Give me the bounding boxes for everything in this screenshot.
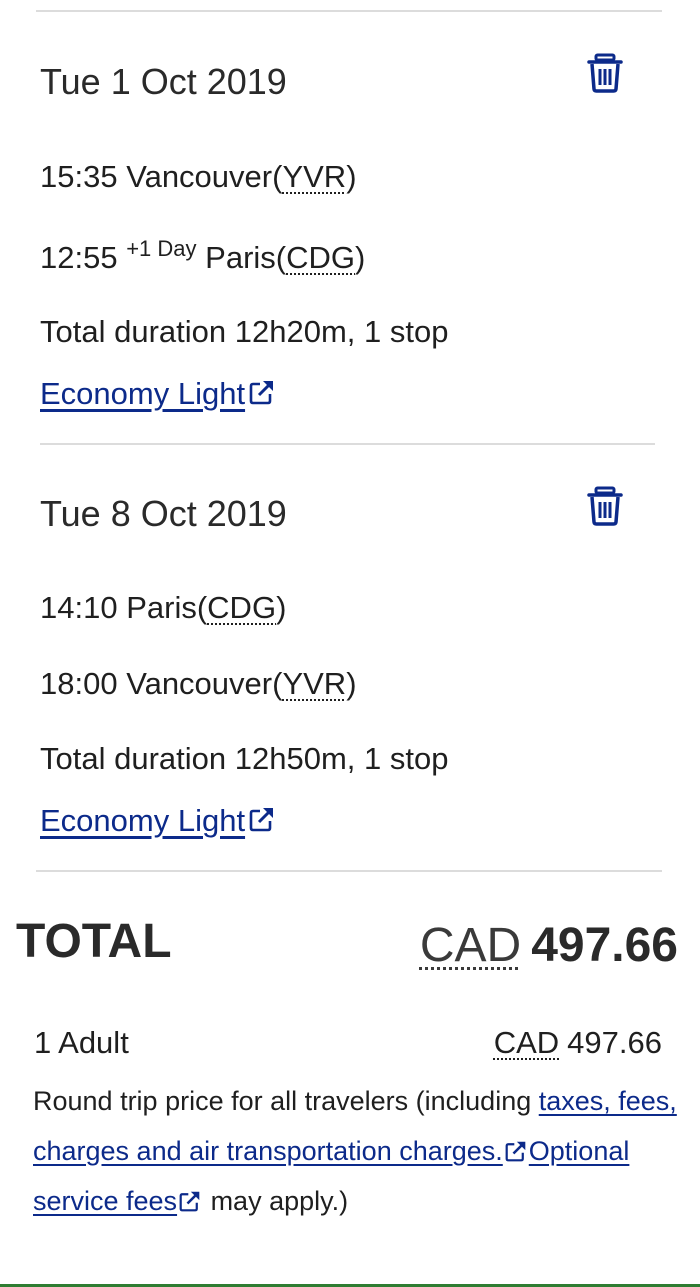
airport-code: CDG	[207, 590, 277, 625]
note-suffix: may apply.)	[203, 1186, 349, 1216]
segment-divider	[40, 443, 655, 445]
passenger-label: 1 Adult	[34, 1025, 129, 1060]
arrival-time: 18:00	[40, 666, 118, 701]
external-link-icon	[249, 808, 274, 832]
segment-2-duration: Total duration 12h50m, 1 stop	[40, 741, 449, 776]
segment-1-date: Tue 1 Oct 2019	[40, 61, 287, 102]
segment-2-fare-link[interactable]: Economy Light	[40, 805, 275, 836]
fare-label: Economy Light	[40, 803, 246, 838]
total-amount: 497.66	[531, 919, 678, 972]
segment-2-arrival: 18:00 Vancouver(YVR)	[40, 666, 357, 701]
trash-icon[interactable]	[587, 53, 623, 93]
day-offset: +1 Day	[126, 236, 197, 261]
departure-time: 15:35	[40, 159, 118, 194]
note-prefix: Round trip price for all travelers (incl…	[33, 1086, 539, 1116]
segment-1-arrival: 12:55 +1 Day Paris(CDG)	[40, 236, 366, 275]
price-note: Round trip price for all travelers (incl…	[33, 1076, 683, 1226]
departure-city: Paris	[126, 590, 197, 625]
segment-1-duration: Total duration 12h20m, 1 stop	[40, 314, 449, 349]
trash-icon[interactable]	[587, 486, 623, 526]
total-currency: CAD	[419, 919, 522, 972]
arrival-city: Paris	[205, 240, 276, 275]
airport-code: CDG	[286, 240, 356, 275]
fare-label: Economy Light	[40, 376, 246, 411]
passenger-price: CAD 497.66	[494, 1027, 662, 1058]
departure-city: Vancouver	[126, 159, 273, 194]
airport-code: YVR	[282, 159, 347, 194]
total-divider	[36, 870, 662, 872]
total-price: CAD 497.66	[420, 922, 678, 970]
passenger-currency: CAD	[493, 1025, 560, 1060]
departure-time: 14:10	[40, 590, 118, 625]
airport-code: YVR	[282, 666, 347, 701]
top-divider	[36, 10, 662, 12]
external-link-icon	[505, 1141, 526, 1162]
segment-1-fare-link[interactable]: Economy Light	[40, 378, 275, 409]
segment-2-departure: 14:10 Paris(CDG)	[40, 590, 287, 625]
segment-1-departure: 15:35 Vancouver(YVR)	[40, 159, 357, 194]
arrival-time: 12:55	[40, 240, 118, 275]
external-link-icon	[249, 381, 274, 405]
total-label: TOTAL	[16, 915, 172, 968]
external-link-icon	[179, 1191, 200, 1212]
segment-2-date: Tue 8 Oct 2019	[40, 493, 287, 534]
passenger-amount: 497.66	[567, 1025, 662, 1060]
arrival-city: Vancouver	[126, 666, 273, 701]
